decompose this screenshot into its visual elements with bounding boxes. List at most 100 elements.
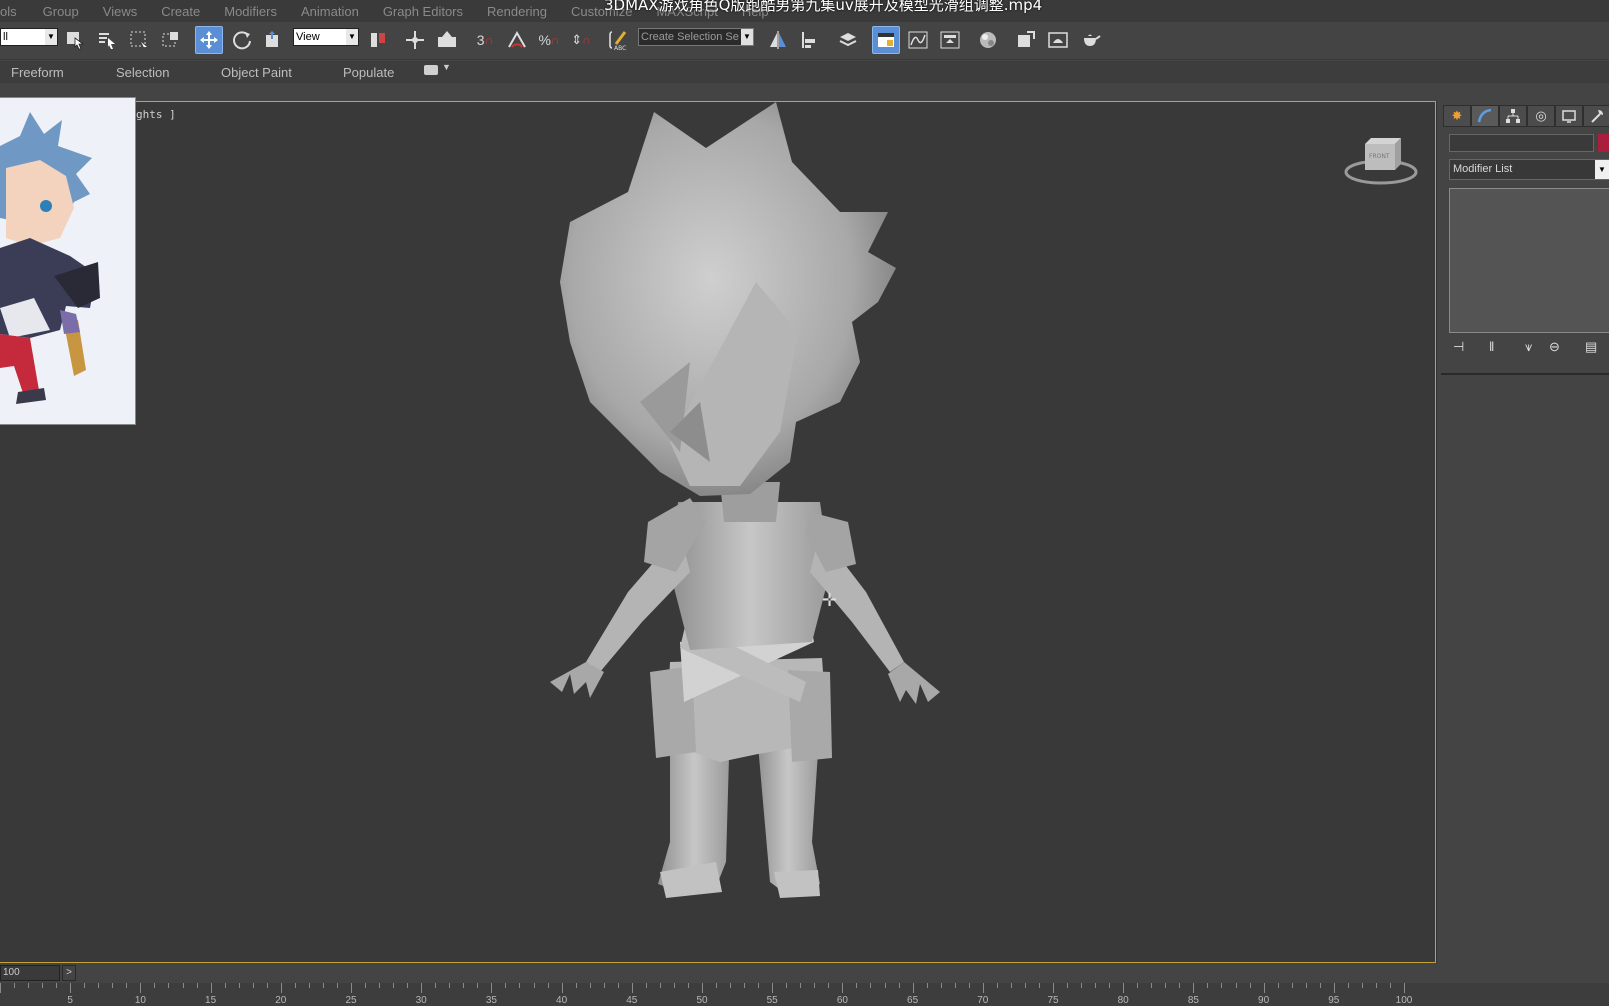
timeline-label: 55 — [766, 995, 778, 1006]
pivot-center-icon[interactable] — [364, 26, 392, 54]
align-icon[interactable] — [796, 26, 824, 54]
timeline-tick — [365, 983, 367, 988]
select-object-icon[interactable] — [61, 26, 89, 54]
timeline-tick — [407, 983, 409, 988]
chevron-down-icon: ▼ — [45, 29, 57, 45]
timeline-tick — [1305, 983, 1307, 988]
snaps-3-icon[interactable]: 3 ∩ — [471, 26, 499, 54]
reference-image — [0, 97, 136, 425]
viewcube-icon[interactable]: FRONT — [1343, 136, 1419, 188]
menu-views[interactable]: Views — [103, 4, 137, 19]
tab-selection[interactable]: Selection — [116, 65, 169, 80]
track-bar[interactable]: 5 10 15 20 25 30 35 40 45 50 55 60 65 70 75 80 85 90 95 100 — [0, 983, 1609, 1006]
ribbon-tabs: Freeform Selection Object Paint Populate… — [0, 61, 1609, 83]
hierarchy-tab-icon[interactable] — [1499, 105, 1527, 127]
named-selection-set-dropdown[interactable]: Create Selection Se ▼ — [638, 28, 754, 46]
mirror-icon[interactable] — [764, 26, 792, 54]
tab-object-paint[interactable]: Object Paint — [221, 65, 292, 80]
timeline-tick — [351, 983, 352, 993]
character-model[interactable] — [530, 102, 960, 922]
selection-filter-dropdown[interactable]: ll ▼ — [0, 28, 58, 46]
menu-create[interactable]: Create — [161, 4, 200, 19]
time-slider[interactable]: 100 > — [0, 963, 1609, 983]
menu-animation[interactable]: Animation — [301, 4, 359, 19]
timeline-tick — [463, 983, 465, 988]
timeline-tick — [154, 983, 156, 988]
motion-tab-icon[interactable]: ◎ — [1527, 105, 1555, 127]
remove-modifier-icon[interactable]: ⊖ — [1549, 339, 1560, 355]
render-setup-icon[interactable] — [1012, 26, 1040, 54]
percent-snap-icon[interactable]: % ∩ — [535, 26, 563, 54]
pin-stack-icon[interactable]: ⊣ — [1453, 339, 1464, 355]
timeline-tick — [645, 983, 647, 988]
ribbon-options-icon[interactable] — [424, 65, 438, 75]
menu-graph-editors[interactable]: Graph Editors — [383, 4, 463, 19]
timeline-tick — [519, 983, 521, 988]
angle-snap-icon[interactable] — [503, 26, 531, 54]
timeline-tick — [28, 983, 30, 988]
timeline-tick — [196, 983, 198, 988]
menu-modifiers[interactable]: Modifiers — [224, 4, 277, 19]
time-slider-frame[interactable]: 100 — [0, 965, 60, 981]
timeline-tick — [1361, 983, 1363, 988]
reference-coordinate-dropdown[interactable]: View ▼ — [293, 28, 359, 46]
menu-tools[interactable]: ols — [0, 4, 17, 19]
timeline-tick — [603, 983, 605, 988]
timeline-tick — [238, 983, 240, 988]
menu-group[interactable]: Group — [43, 4, 79, 19]
timeline-tick — [1319, 983, 1321, 988]
show-end-result-icon[interactable]: ‖ — [1489, 339, 1494, 354]
viewport-label[interactable]: ghts ] — [136, 108, 176, 121]
timeline-tick — [968, 983, 970, 988]
rotate-icon[interactable] — [228, 26, 256, 54]
object-color-swatch[interactable] — [1598, 134, 1609, 152]
timeline-tick — [631, 983, 633, 993]
spinner-snap-icon[interactable]: ⇕ ∩ — [567, 26, 595, 54]
chevron-down-icon: ▼ — [741, 29, 753, 45]
configure-modifier-sets-icon[interactable]: ▤ — [1585, 339, 1597, 355]
tab-freeform[interactable]: Freeform — [11, 65, 64, 80]
create-tab-icon[interactable]: ✸ — [1443, 105, 1471, 127]
object-name-field[interactable] — [1449, 134, 1594, 152]
perspective-viewport[interactable]: ghts ] FRONT ✛ — [0, 97, 1436, 963]
modify-tab-icon[interactable] — [1471, 105, 1499, 127]
timeline-tick — [210, 983, 212, 993]
timeline-tick — [168, 983, 170, 988]
timeline-tick — [1291, 983, 1293, 988]
layer-explorer-icon[interactable] — [834, 26, 862, 54]
modifier-stack[interactable] — [1449, 188, 1609, 333]
timeline-tick — [814, 983, 816, 988]
timeline-tick — [266, 983, 268, 988]
keyboard-shortcut-icon[interactable] — [433, 26, 461, 54]
modifier-list-dropdown[interactable]: Modifier List ▼ — [1449, 159, 1609, 180]
timeline-tick — [1193, 983, 1195, 993]
timeline-tick — [996, 983, 998, 988]
scale-icon[interactable] — [260, 26, 288, 54]
chevron-down-icon[interactable]: ▼ — [442, 62, 451, 72]
ribbon-toggle-icon[interactable] — [872, 26, 900, 54]
select-by-name-icon[interactable] — [93, 26, 121, 54]
timeline-tick — [744, 983, 746, 988]
display-tab-icon[interactable] — [1555, 105, 1583, 127]
move-icon[interactable] — [195, 26, 223, 54]
timeline-tick — [842, 983, 844, 993]
menu-rendering[interactable]: Rendering — [487, 4, 547, 19]
timeline-tick — [912, 983, 914, 993]
timeline-tick — [182, 983, 184, 988]
timeline-tick — [1165, 983, 1167, 988]
timeline-tick — [449, 983, 451, 988]
rendered-frame-icon[interactable] — [1044, 26, 1072, 54]
next-frame-button[interactable]: > — [62, 965, 76, 981]
window-crossing-icon[interactable] — [157, 26, 185, 54]
render-teapot-icon[interactable] — [1076, 26, 1104, 54]
curve-editor-icon[interactable] — [904, 26, 932, 54]
timeline-tick — [589, 983, 591, 988]
tab-populate[interactable]: Populate — [343, 65, 394, 80]
utilities-tab-icon[interactable] — [1583, 105, 1609, 127]
edit-named-sel-icon[interactable]: ABC — [605, 26, 633, 54]
schematic-view-icon[interactable] — [936, 26, 964, 54]
make-unique-icon[interactable]: ⩛ — [1525, 339, 1532, 355]
manipulate-icon[interactable] — [401, 26, 429, 54]
rect-region-icon[interactable] — [125, 26, 153, 54]
material-editor-icon[interactable] — [974, 26, 1002, 54]
